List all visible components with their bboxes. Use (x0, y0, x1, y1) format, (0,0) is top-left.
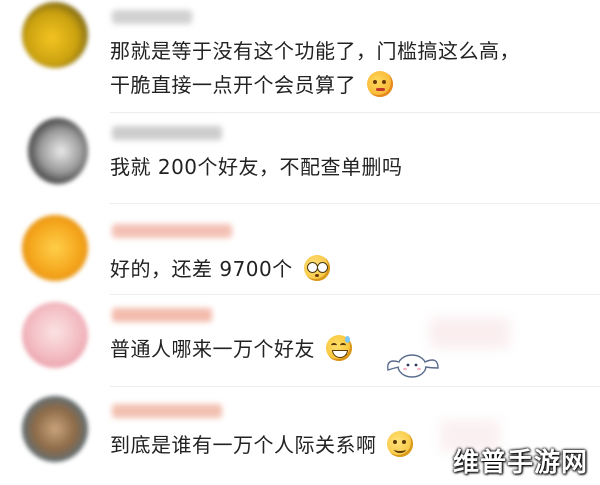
username-redacted (112, 126, 222, 140)
avatar[interactable] (28, 118, 88, 184)
grinning-sweat-emoji (325, 335, 352, 361)
comment-text-line-1: 普通人哪来一万个好友 (110, 337, 315, 361)
username-redacted (112, 308, 212, 322)
smiling-face-emoji (387, 431, 414, 457)
username-redacted (112, 404, 222, 418)
cinnamoroll-sticker-icon (384, 348, 442, 382)
comment-text: 那就是等于没有这个功能了，门槛搞这么高， (110, 36, 520, 66)
thinking-face-emoji (366, 71, 393, 97)
comment-text-line-2: 干脆直接一点开个会员算了 (110, 73, 356, 97)
comment-text-line-1: 我就 200个好友，不配查单删吗 (110, 155, 403, 179)
divider (110, 386, 600, 387)
comment-text-line-1: 到底是谁有一万个人际关系啊 (110, 433, 377, 457)
divider (110, 203, 600, 204)
avatar[interactable] (22, 2, 88, 68)
dizzy-eyes-emoji (303, 255, 330, 281)
avatar[interactable] (22, 302, 88, 368)
comment-text: 好的，还差 9700个 (110, 254, 330, 284)
username-redacted (112, 10, 192, 24)
watermark: 维普手游网 (452, 448, 588, 478)
comment-text: 到底是谁有一万个人际关系啊 (110, 430, 414, 460)
username-redacted (112, 224, 232, 238)
avatar[interactable] (22, 215, 88, 281)
redacted-region (430, 318, 510, 348)
avatar[interactable] (22, 396, 88, 462)
comment-text: 我就 200个好友，不配查单删吗 (110, 152, 403, 182)
comment-text-line-1: 那就是等于没有这个功能了，门槛搞这么高， (110, 39, 520, 63)
comment-text-line-1: 好的，还差 9700个 (110, 257, 293, 281)
divider (110, 112, 600, 113)
comment-text: 普通人哪来一万个好友 (110, 334, 352, 364)
divider (110, 294, 600, 295)
comment-text: 干脆直接一点开个会员算了 (110, 70, 393, 100)
